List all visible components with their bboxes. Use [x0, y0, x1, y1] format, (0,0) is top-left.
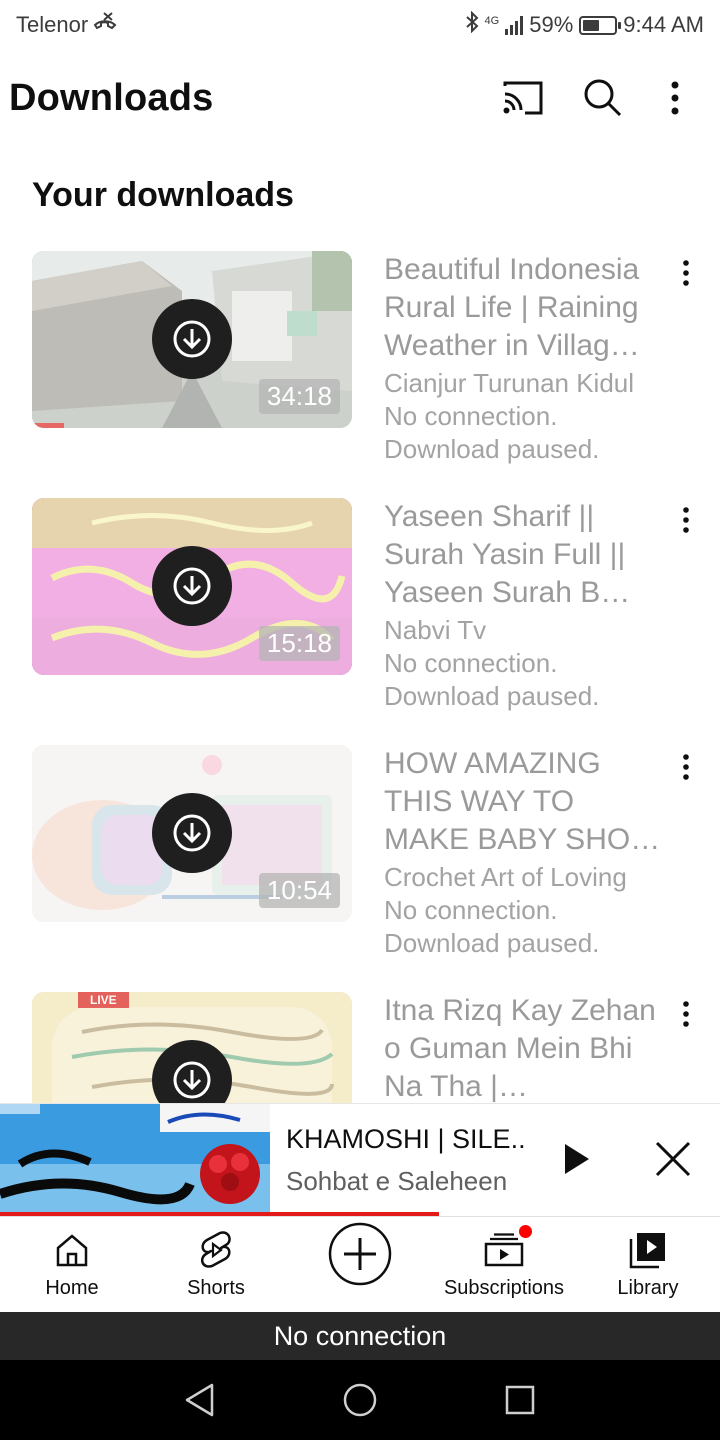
more-vert-icon — [683, 754, 689, 780]
network-type: 4G — [484, 15, 500, 27]
offline-text: No connection — [273, 1320, 447, 1351]
notification-dot — [519, 1225, 532, 1238]
download-item[interactable]: 10:54 HOW AMAZING THIS WAY TO MAKE BABY … — [0, 745, 720, 975]
nav-library[interactable]: Library — [576, 1217, 720, 1313]
close-icon — [655, 1141, 691, 1177]
connection-status: No connection. — [384, 401, 558, 431]
download-status-button[interactable] — [152, 299, 232, 379]
carrier-name: Telenor — [16, 12, 89, 37]
clock: 9:44 AM — [623, 12, 704, 37]
signal-icon — [505, 15, 524, 35]
video-thumbnail[interactable]: 34:18 — [32, 251, 352, 428]
recents-square-icon — [505, 1385, 535, 1415]
search-icon — [584, 79, 622, 117]
download-status: Download paused. — [384, 681, 600, 711]
live-badge: LIVE — [78, 992, 129, 1008]
mini-player-title[interactable]: KHAMOSHI | SILE.. — [286, 1124, 536, 1155]
download-paused-icon — [173, 1061, 211, 1099]
download-status: Download paused. — [384, 434, 600, 464]
nav-label: Home — [45, 1277, 99, 1299]
app-bar: Downloads — [0, 50, 720, 146]
channel-name: Cianjur Turunan Kidul — [384, 368, 635, 398]
mini-player[interactable]: KHAMOSHI | SILE.. Sohbat e Saleheen — [0, 1103, 720, 1216]
home-circle-icon — [343, 1383, 377, 1417]
subscriptions-icon — [484, 1225, 532, 1271]
video-thumbnail[interactable]: 10:54 — [32, 745, 352, 922]
close-mini-player-button[interactable] — [648, 1134, 698, 1184]
video-meta: Itna Rizq Kay Zehan o Guman Mein Bhi Na … — [384, 992, 664, 1106]
video-duration: 15:18 — [258, 626, 340, 661]
more-vert-icon — [683, 507, 689, 533]
status-right: 4G 59% 9:44 AM — [465, 10, 704, 39]
item-menu-button[interactable] — [668, 749, 704, 785]
create-icon — [327, 1222, 393, 1286]
back-triangle-icon — [185, 1383, 214, 1417]
video-meta: Yaseen Sharif || Surah Yasin Full || Yas… — [384, 498, 664, 713]
no-sim-call-icon — [92, 11, 118, 39]
section-title: Your downloads — [32, 176, 294, 214]
library-icon — [629, 1229, 667, 1271]
battery-icon — [579, 15, 622, 35]
item-menu-button[interactable] — [668, 502, 704, 538]
battery-percent: 59% — [529, 12, 574, 37]
connection-status: No connection. — [384, 648, 558, 678]
download-status-button[interactable] — [152, 546, 232, 626]
video-duration: 34:18 — [258, 379, 340, 414]
video-meta: HOW AMAZING THIS WAY TO MAKE BABY SHO… C… — [384, 745, 664, 960]
play-button[interactable] — [552, 1134, 602, 1184]
back-button[interactable] — [176, 1376, 224, 1424]
mini-thumbnail-image — [0, 1104, 270, 1214]
download-status: Download paused. — [384, 928, 600, 958]
nav-label: Shorts — [187, 1277, 245, 1299]
bluetooth-icon — [465, 10, 479, 39]
download-paused-icon — [173, 320, 211, 358]
video-title[interactable]: HOW AMAZING THIS WAY TO MAKE BABY SHO… — [384, 745, 664, 859]
video-thumbnail[interactable]: 15:18 — [32, 498, 352, 675]
more-vert-icon — [671, 81, 679, 115]
video-title[interactable]: Yaseen Sharif || Surah Yasin Full || Yas… — [384, 498, 664, 612]
home-system-button[interactable] — [336, 1376, 384, 1424]
nav-home[interactable]: Home — [0, 1217, 144, 1313]
channel-name: Nabvi Tv — [384, 615, 487, 645]
download-paused-icon — [173, 814, 211, 852]
video-title[interactable]: Beautiful Indonesia Rural Life | Raining… — [384, 251, 664, 365]
recents-button[interactable] — [496, 1376, 544, 1424]
nav-subscriptions[interactable]: Subscriptions — [432, 1217, 576, 1313]
download-progress — [32, 423, 64, 428]
page-title: Downloads — [9, 76, 214, 119]
nav-create[interactable] — [288, 1217, 432, 1313]
download-paused-icon — [173, 567, 211, 605]
more-options-button[interactable] — [646, 69, 704, 127]
download-item[interactable]: 15:18 Yaseen Sharif || Surah Yasin Full … — [0, 498, 720, 728]
battery-fill — [583, 19, 600, 31]
video-title[interactable]: Itna Rizq Kay Zehan o Guman Mein Bhi Na … — [384, 992, 664, 1106]
offline-banner: No connection — [0, 1312, 720, 1360]
download-status-button[interactable] — [152, 793, 232, 873]
download-item[interactable]: 34:18 Beautiful Indonesia Rural Life | R… — [0, 251, 720, 481]
bottom-navigation: Home Shorts Subscriptions Library — [0, 1216, 720, 1312]
cast-button[interactable] — [494, 69, 552, 127]
play-icon — [565, 1144, 589, 1174]
item-menu-button[interactable] — [668, 255, 704, 291]
item-menu-button[interactable] — [668, 996, 704, 1032]
home-icon — [54, 1229, 90, 1271]
mini-player-channel: Sohbat e Saleheen — [286, 1166, 508, 1196]
cast-icon — [503, 81, 543, 115]
connection-status: No connection. — [384, 895, 558, 925]
nav-label: Subscriptions — [443, 1277, 565, 1299]
video-duration: 10:54 — [258, 873, 340, 908]
status-bar: Telenor 4G 59% 9:44 AM — [0, 0, 720, 50]
search-button[interactable] — [574, 69, 632, 127]
shorts-icon — [198, 1229, 234, 1271]
system-navigation-bar — [0, 1360, 720, 1440]
more-vert-icon — [683, 1001, 689, 1027]
channel-name: Crochet Art of Loving — [384, 862, 627, 892]
nav-label: Library — [617, 1277, 679, 1299]
status-left: Telenor — [16, 11, 118, 39]
more-vert-icon — [683, 260, 689, 286]
video-meta: Beautiful Indonesia Rural Life | Raining… — [384, 251, 664, 466]
mini-player-thumbnail[interactable] — [0, 1104, 270, 1214]
nav-shorts[interactable]: Shorts — [144, 1217, 288, 1313]
